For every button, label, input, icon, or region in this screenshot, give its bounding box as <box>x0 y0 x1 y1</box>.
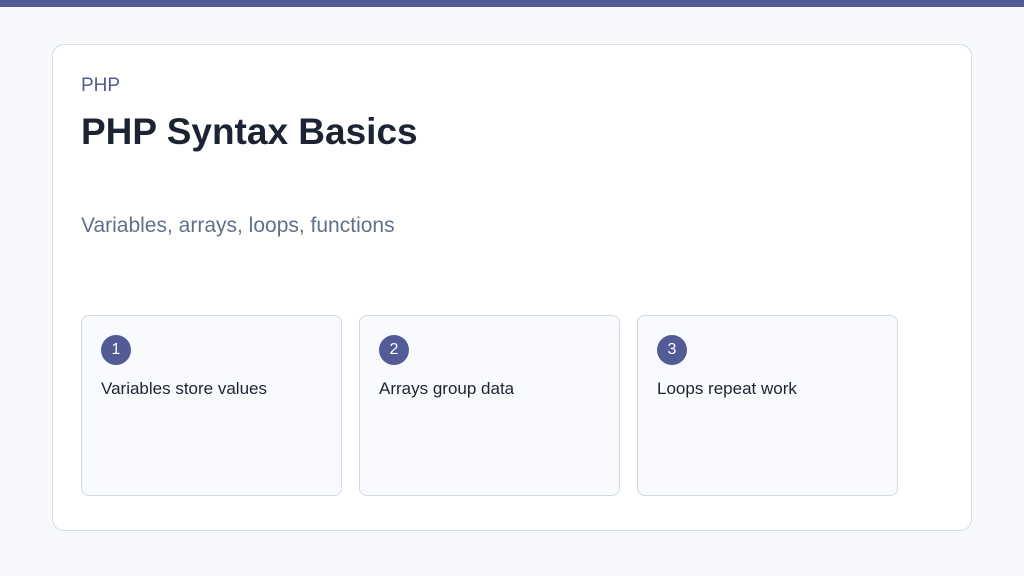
step-card-3: 3 Loops repeat work <box>637 315 898 496</box>
step-text: Arrays group data <box>379 379 515 398</box>
slide-card: PHP PHP Syntax Basics Variables, arrays,… <box>52 44 972 531</box>
slide-eyebrow: PHP <box>81 75 121 96</box>
step-cards: 1 Variables store values 2 Arrays group … <box>81 315 899 496</box>
top-accent-bar <box>0 0 1024 7</box>
step-text: Loops repeat work <box>657 379 797 398</box>
step-card-1: 1 Variables store values <box>81 315 342 496</box>
step-text: Variables store values <box>101 379 267 398</box>
step-number-badge: 1 <box>101 335 131 365</box>
step-number-badge: 2 <box>379 335 409 365</box>
step-number-badge: 3 <box>657 335 687 365</box>
slide-subtitle: Variables, arrays, loops, functions <box>81 214 395 237</box>
step-card-2: 2 Arrays group data <box>359 315 620 496</box>
slide-title: PHP Syntax Basics <box>81 111 418 152</box>
